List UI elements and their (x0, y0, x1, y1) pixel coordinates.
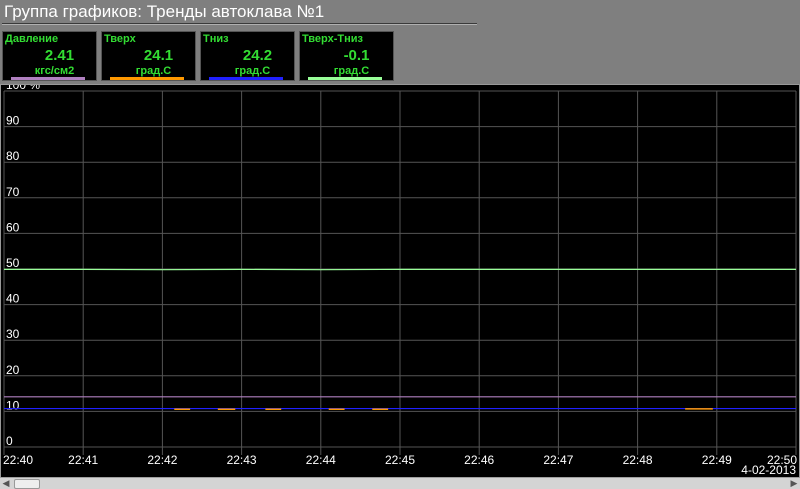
x-tick-label: 22:49 (702, 453, 732, 467)
card-value: 2.41 (44, 47, 75, 64)
x-tick-label: 22:45 (385, 453, 415, 467)
y-tick-label: 70 (6, 185, 20, 199)
horizontal-scrollbar[interactable]: ◀ ▶ (0, 477, 800, 489)
y-tick-label: 40 (6, 292, 20, 306)
x-tick-label: 22:43 (227, 453, 257, 467)
y-tick-label: 50 (6, 256, 20, 270)
y-tick-label: 30 (6, 327, 20, 341)
x-tick-label: 22:46 (464, 453, 494, 467)
card-temp-bottom[interactable]: Тниз 24.2 град.С (200, 31, 295, 81)
y-tick-label: 0 (6, 434, 13, 448)
card-temp-top[interactable]: Тверх 24.1 град.С (101, 31, 196, 81)
card-unit: кгс/см2 (34, 65, 75, 77)
y-tick-label: 100 % (6, 85, 40, 92)
trend-chart-canvas: 0 10 20 30 40 50 60 70 80 90 100 % 22:40 22:41 22:42 2… (3, 85, 797, 467)
scroll-left-arrow-icon[interactable]: ◀ (0, 478, 12, 489)
series-color-swatch (11, 77, 85, 80)
x-tick-label: 22:42 (147, 453, 177, 467)
card-value: 24.2 (242, 47, 273, 64)
card-unit: град.С (234, 65, 271, 77)
series-color-swatch (110, 77, 184, 80)
card-label: Тниз (203, 33, 229, 45)
y-tick-label: 90 (6, 114, 20, 128)
card-label: Давление (5, 33, 59, 45)
y-tick-label: 10 (6, 398, 20, 412)
title-divider (2, 23, 477, 25)
card-unit: град.С (333, 65, 370, 77)
series-color-swatch (308, 77, 382, 80)
x-tick-label: 22:40 (3, 453, 33, 467)
series-color-swatch (209, 77, 283, 80)
card-value: 24.1 (143, 47, 174, 64)
card-unit: град.С (135, 65, 172, 77)
card-temp-diff[interactable]: Тверх-Тниз -0.1 град.С (299, 31, 394, 81)
x-tick-label: 22:44 (306, 453, 336, 467)
scroll-right-arrow-icon[interactable]: ▶ (788, 478, 800, 489)
card-label: Тверх-Тниз (302, 33, 363, 45)
scrollbar-thumb[interactable] (14, 479, 40, 489)
y-tick-label: 20 (6, 363, 20, 377)
x-tick-label: 22:41 (68, 453, 98, 467)
card-label: Тверх (104, 33, 136, 45)
chart-date: 4-02-2013 (741, 463, 796, 477)
card-value: -0.1 (343, 47, 370, 64)
card-pressure[interactable]: Давление 2.41 кгс/см2 (2, 31, 97, 81)
x-tick-label: 22:47 (543, 453, 573, 467)
x-tick-label: 22:48 (623, 453, 653, 467)
y-tick-label: 80 (6, 149, 20, 163)
trend-chart[interactable]: 0 10 20 30 40 50 60 70 80 90 100 % 22:40 22:41 22:42 2… (0, 84, 800, 478)
window-title: Группа графиков: Тренды автоклава №1 (4, 2, 325, 21)
y-tick-label: 60 (6, 220, 20, 234)
